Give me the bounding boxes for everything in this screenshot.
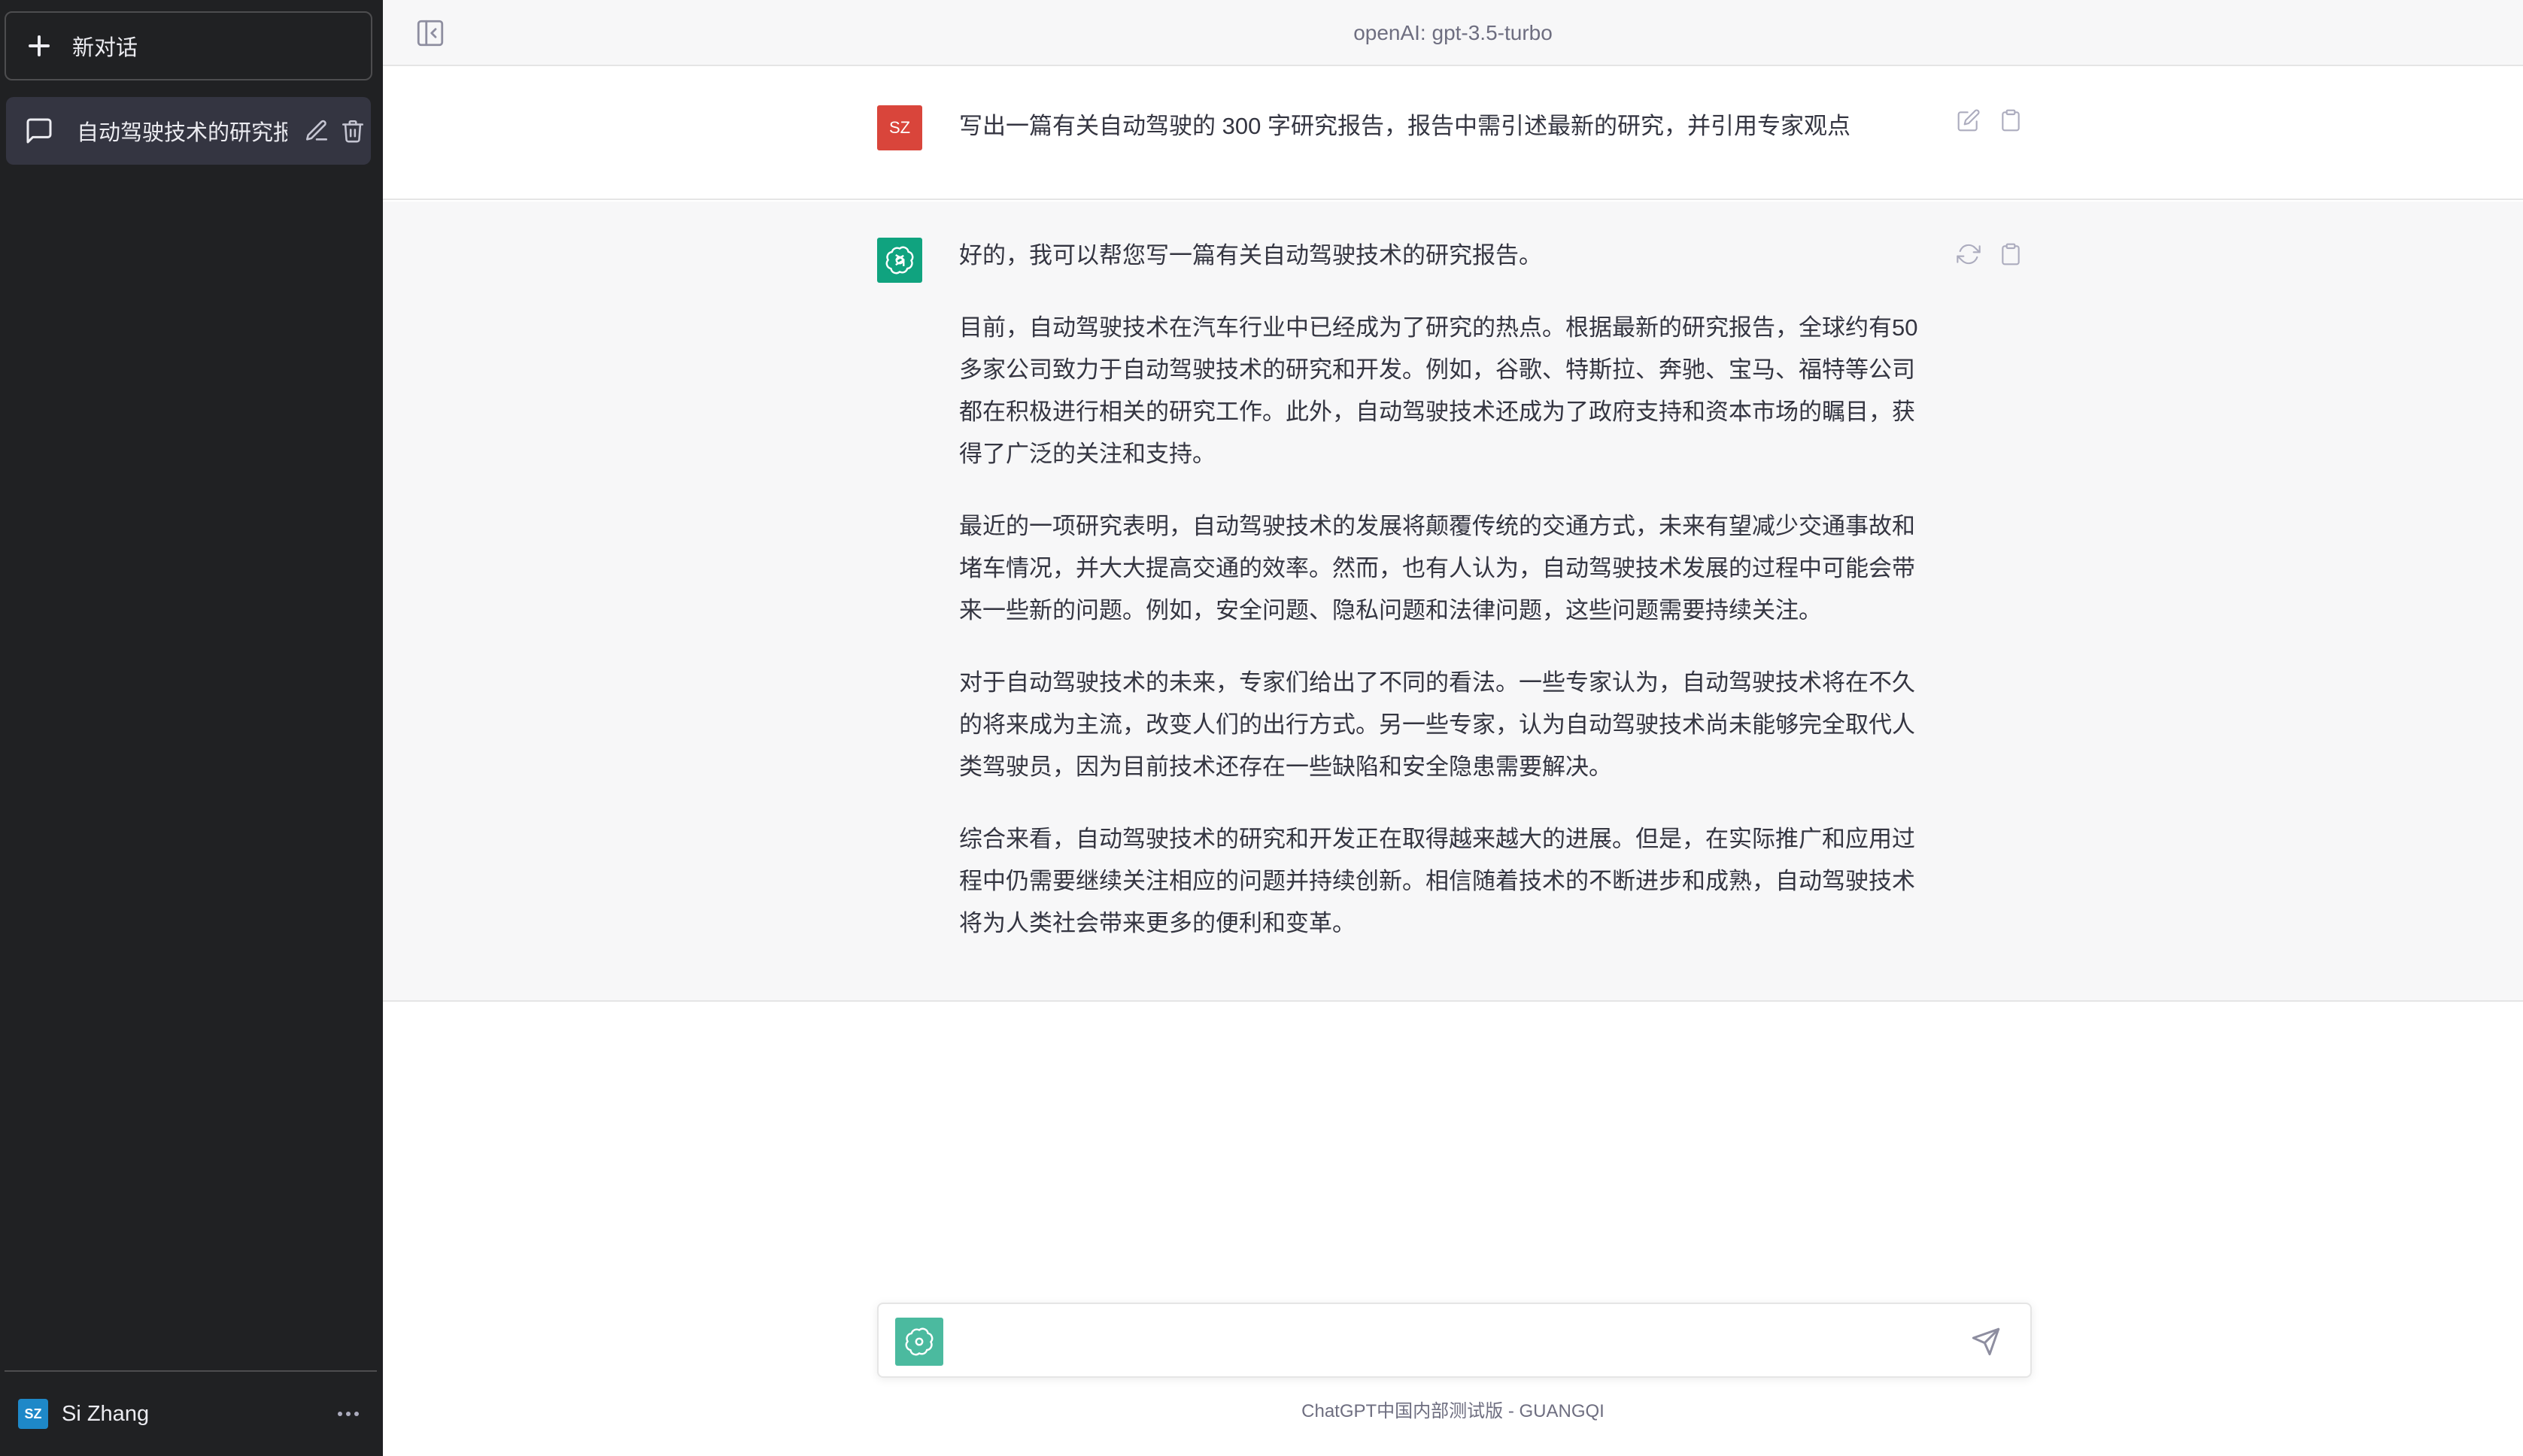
send-icon[interactable]: [1971, 1327, 2001, 1357]
assistant-message-content: 好的，我可以帮您写一篇有关自动驾驶技术的研究报告。 目前，自动驾驶技术在汽车行业…: [959, 235, 1937, 975]
user-message-text: 写出一篇有关自动驾驶的 300 字研究报告，报告中需引述最新的研究，并引用专家观…: [959, 113, 1851, 139]
sidebar-toggle-icon[interactable]: [414, 17, 446, 49]
user-name: Si Zhang: [62, 1401, 150, 1426]
edit-icon[interactable]: [1957, 108, 1981, 132]
ellipsis-dot: [346, 1412, 351, 1416]
assistant-paragraph: 好的，我可以帮您写一篇有关自动驾驶技术的研究报告。: [959, 242, 1542, 268]
assistant-message: 好的，我可以帮您写一篇有关自动驾驶技术的研究报告。 目前，自动驾驶技术在汽车行业…: [383, 202, 2523, 1002]
avatar: SZ: [877, 105, 922, 150]
conversation-title: 自动驾驶技术的研究报: [77, 121, 287, 145]
assistant-paragraph: 最近的一项研究表明，自动驾驶技术的发展将颠覆传统的交通方式，未来有望减少交通事故…: [959, 513, 1915, 623]
input-assistant-avatar: [895, 1318, 943, 1366]
openai-logo-icon: [905, 1327, 934, 1356]
user-message-actions: [1957, 108, 2023, 132]
new-chat-button[interactable]: 新对话: [5, 11, 372, 80]
message-input-box: [877, 1303, 2032, 1378]
message-input[interactable]: [961, 1319, 1932, 1364]
assistant-paragraph: 目前，自动驾驶技术在汽车行业中已经成为了研究的热点。根据最新的研究报告，全球约有…: [959, 314, 1918, 467]
assistant-avatar: [877, 238, 922, 283]
pencil-icon[interactable]: [304, 118, 329, 144]
clipboard-icon[interactable]: [1999, 108, 2023, 132]
ellipsis-dot: [354, 1412, 359, 1416]
sidebar: 新对话 自动驾驶技术的研究报 SZ Si Zhang: [0, 0, 383, 1456]
clipboard-icon[interactable]: [1999, 242, 2023, 266]
assistant-paragraph: 对于自动驾驶技术的未来，专家们给出了不同的看法。一些专家认为，自动驾驶技术将在不…: [959, 669, 1915, 780]
assistant-paragraph: 综合来看，自动驾驶技术的研究和开发正在取得越来越大的进展。但是，在实际推广和应用…: [959, 826, 1915, 936]
chat-main: openAI: gpt-3.5-turbo SZ 写出一篇有关自动驾驶的 300…: [383, 0, 2523, 1456]
openai-logo-icon: [885, 246, 914, 275]
user-message: SZ 写出一篇有关自动驾驶的 300 字研究报告，报告中需引述最新的研究，并引用…: [383, 68, 2523, 200]
sidebar-conversation-item[interactable]: 自动驾驶技术的研究报: [6, 97, 371, 165]
refresh-icon[interactable]: [1957, 242, 1981, 266]
plus-icon: [29, 35, 50, 56]
user-avatar: SZ: [18, 1399, 48, 1429]
ellipsis-icon: [338, 1412, 342, 1416]
model-title: openAI: gpt-3.5-turbo: [1353, 21, 1553, 44]
more-options-button[interactable]: [333, 1399, 363, 1429]
trash-icon[interactable]: [340, 118, 366, 144]
conversation-actions: [304, 118, 366, 144]
footer-note: ChatGPT中国内部测试版 - GUANGQI: [1301, 1401, 1605, 1421]
top-bar: openAI: gpt-3.5-turbo: [383, 0, 2523, 66]
new-chat-label: 新对话: [72, 36, 138, 60]
assistant-message-actions: [1957, 242, 2023, 266]
chat-bubble-icon: [26, 118, 52, 144]
sidebar-user-row[interactable]: SZ Si Zhang: [5, 1370, 377, 1456]
